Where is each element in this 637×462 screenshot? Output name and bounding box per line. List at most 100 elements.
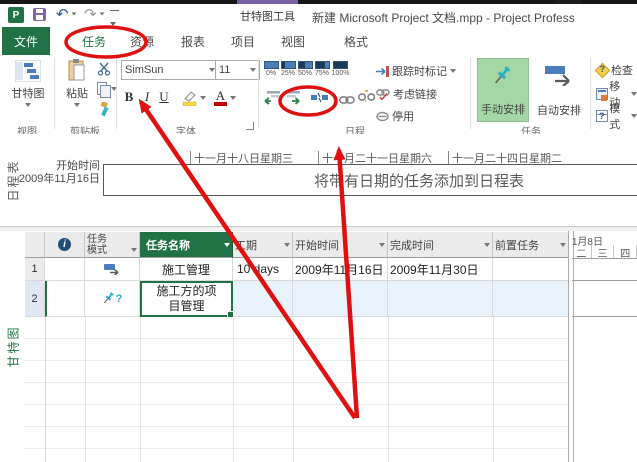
mark-on-track-dropdown-icon[interactable]	[450, 69, 456, 73]
header-start-filter-icon[interactable]	[379, 242, 385, 247]
font-name-combobox[interactable]: SimSun	[121, 60, 219, 80]
header-task-mode[interactable]: 任务模式	[85, 232, 140, 258]
font-size-value: 11	[219, 64, 231, 76]
inspect-task-button[interactable]: ? 检查	[594, 62, 633, 79]
auto-schedule-button[interactable]: 自动安排	[532, 58, 586, 122]
task-mode-button[interactable]: ? 模式	[596, 103, 637, 131]
duration-cell[interactable]	[233, 281, 293, 317]
mark-on-track-button[interactable]: 跟踪时标记	[376, 63, 456, 79]
respect-links-button[interactable]: 考虑链接	[376, 86, 437, 102]
header-duration[interactable]: 工期	[233, 232, 293, 258]
header-info[interactable]: i	[45, 232, 85, 258]
inactivate-button[interactable]: 停用	[376, 108, 414, 124]
info-cell[interactable]	[45, 281, 85, 317]
manually-schedule-label: 手动安排	[481, 104, 525, 116]
unlink-icon	[358, 89, 376, 103]
percent-50-button[interactable]: 50%	[297, 61, 313, 77]
move-dropdown-icon[interactable]	[631, 92, 637, 96]
header-start[interactable]: 开始时间	[293, 232, 388, 258]
task-mode-cell[interactable]: ?	[85, 281, 140, 317]
start-cell[interactable]	[293, 281, 388, 317]
duration-cell[interactable]: 10 days	[233, 258, 293, 281]
tab-file[interactable]: 文件	[2, 27, 50, 55]
percent-100-icon	[333, 61, 348, 69]
font-color-button[interactable]: A	[214, 88, 242, 106]
copy-button[interactable]	[97, 82, 117, 98]
highlight-color-button[interactable]	[182, 88, 210, 107]
gantt-pane-label-strip[interactable]: 甘特图	[0, 231, 25, 462]
header-duration-filter-icon[interactable]	[284, 242, 290, 247]
mark-on-track-label: 跟踪时标记	[392, 66, 447, 78]
undo-dropdown-icon[interactable]	[71, 12, 76, 16]
gantt-view-button[interactable]: 甘特图	[6, 58, 50, 120]
header-select-all[interactable]	[25, 232, 45, 258]
outdent-task-button[interactable]	[263, 91, 280, 110]
percent-25-button[interactable]: 25%	[280, 61, 296, 77]
tab-project[interactable]: 项目	[231, 33, 255, 50]
font-size-dropdown-icon[interactable]	[250, 68, 256, 72]
tab-task[interactable]: 任务	[82, 33, 106, 50]
link-icon	[339, 96, 355, 104]
split-task-icon	[311, 92, 328, 103]
cut-button[interactable]	[97, 62, 111, 81]
indent-task-button[interactable]	[287, 91, 304, 110]
font-name-value: SimSun	[125, 64, 164, 76]
header-finish-filter-icon[interactable]	[484, 242, 490, 247]
paste-button[interactable]: 粘贴	[60, 58, 94, 120]
percent-100-button[interactable]: 100%	[331, 61, 350, 77]
ribbon: 甘特图 视图 粘贴 剪贴板 SimSun 11 B I U A 字体 0% 25…	[0, 55, 637, 138]
font-color-dropdown-icon[interactable]	[230, 96, 236, 100]
undo-icon: ↶	[56, 6, 69, 23]
highlight-dropdown-icon[interactable]	[200, 96, 206, 100]
info-cell[interactable]	[45, 258, 85, 281]
table-empty-rows[interactable]	[25, 317, 568, 462]
bold-button[interactable]: B	[121, 88, 137, 106]
underline-button[interactable]: U	[156, 88, 172, 106]
header-predecessors[interactable]: 前置任务	[493, 232, 568, 258]
percent-0-button[interactable]: 0%	[263, 61, 279, 77]
task-name-cell[interactable]: 施工管理	[140, 258, 233, 281]
link-tasks-button[interactable]	[339, 92, 355, 110]
task-name-cell-active[interactable]: 施工方的项目管理	[140, 281, 234, 318]
paste-dropdown-icon[interactable]	[74, 103, 80, 107]
app-logo-icon[interactable]: P	[8, 7, 24, 23]
unlink-tasks-button[interactable]	[358, 89, 376, 108]
save-icon-bottom	[36, 15, 43, 20]
tab-format[interactable]: 格式	[344, 33, 368, 50]
row-number-cell[interactable]: 1	[25, 258, 45, 281]
header-predecessors-filter-icon[interactable]	[560, 242, 566, 247]
italic-button[interactable]: I	[139, 88, 155, 106]
task-mode-cell[interactable]	[85, 258, 140, 281]
tab-view[interactable]: 视图	[281, 33, 305, 50]
redo-button[interactable]: ↷	[84, 4, 105, 24]
table-header-row: i 任务模式 任务名称 工期 开始时间 完成时间 前置任务	[25, 232, 568, 258]
redo-dropdown-icon[interactable]	[99, 12, 104, 16]
save-icon[interactable]	[33, 8, 46, 21]
header-task-name-filter-icon[interactable]	[224, 242, 230, 247]
table-row-selected[interactable]: 2 ? 施工方的项目管理	[25, 281, 568, 318]
row-number-cell[interactable]: 2	[25, 281, 45, 317]
gantt-view-dropdown-icon[interactable]	[25, 103, 31, 107]
start-cell[interactable]: 2009年11月16日	[293, 258, 388, 281]
table-row[interactable]: 1 施工管理 10 days 2009年11月16日 2009年11月30日	[25, 258, 568, 281]
header-finish[interactable]: 完成时间	[388, 232, 493, 258]
tab-resource[interactable]: 资源	[130, 33, 154, 50]
header-task-mode-filter-icon[interactable]	[131, 248, 137, 252]
tab-report[interactable]: 报表	[181, 33, 205, 50]
format-painter-button[interactable]	[97, 101, 111, 122]
task-mode-dropdown-icon[interactable]	[631, 114, 637, 118]
font-dialog-launcher-icon[interactable]	[246, 122, 254, 130]
split-task-button[interactable]	[311, 91, 328, 109]
undo-button[interactable]: ↶	[56, 4, 77, 24]
finish-cell[interactable]: 2009年11月30日	[388, 258, 493, 281]
task-mode-label: 模式	[609, 103, 621, 131]
header-task-name[interactable]: 任务名称	[140, 232, 233, 258]
timeline-bar[interactable]: 将带有日期的任务添加到日程表	[103, 164, 637, 196]
finish-cell[interactable]	[388, 281, 493, 317]
percent-75-button[interactable]: 75%	[314, 61, 330, 77]
manually-schedule-button[interactable]: 手动安排	[477, 58, 529, 122]
predecessors-cell[interactable]	[493, 281, 568, 317]
predecessors-cell[interactable]	[493, 258, 568, 281]
font-size-combobox[interactable]: 11	[215, 60, 260, 80]
manual-unscheduled-icon: ?	[102, 291, 122, 306]
